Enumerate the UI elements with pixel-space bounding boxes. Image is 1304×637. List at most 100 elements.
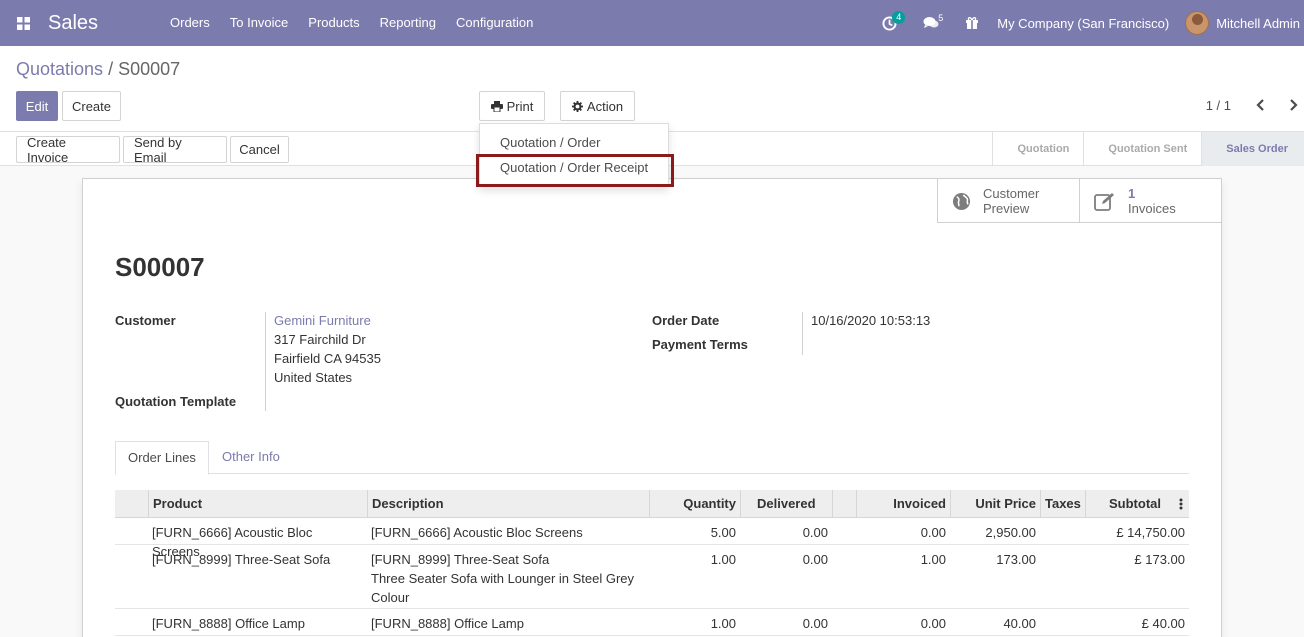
row-unit-price: 173.00 [996, 552, 1036, 567]
cancel-button[interactable]: Cancel [230, 136, 289, 163]
activity-button[interactable]: 4 [872, 0, 907, 46]
row-unit-price: 40.00 [1003, 616, 1036, 631]
row-delivered: 0.00 [802, 552, 828, 567]
activity-badge: 4 [892, 11, 906, 24]
col-unit-price[interactable]: Unit Price [950, 490, 1040, 518]
row-delivered: 0.00 [802, 616, 828, 631]
app-title[interactable]: Sales [48, 12, 160, 35]
row-subtotal: £ 173.00 [1134, 552, 1185, 567]
smart-button-box: Customer Preview 1 Invoices [937, 179, 1221, 223]
menu-configuration[interactable]: Configuration [446, 0, 543, 46]
previous-record-icon[interactable] [1254, 98, 1268, 112]
row-description-line: Colour [371, 590, 410, 605]
breadcrumb-current: S00007 [118, 59, 181, 79]
invoices-button[interactable]: 1 Invoices [1079, 179, 1221, 223]
customer-preview-button[interactable]: Customer Preview [937, 179, 1079, 223]
status-step-sales-order[interactable]: Sales Order [1201, 132, 1304, 166]
messaging-button[interactable]: 5 [913, 0, 949, 46]
status-step-quotation[interactable]: Quotation [992, 132, 1083, 166]
field-divider [265, 312, 266, 411]
highlight-box [476, 154, 674, 187]
customer-street: 317 Fairchild Dr [274, 332, 366, 347]
row-subtotal: £ 14,750.00 [1116, 525, 1185, 540]
row-unit-price: 2,950.00 [985, 525, 1036, 540]
customer-city: Fairfield CA 94535 [274, 351, 381, 366]
breadcrumb-separator: / [108, 59, 114, 79]
col-quantity[interactable]: Quantity [649, 490, 740, 518]
preview-line1: Customer [983, 186, 1040, 201]
status-step-quotation-sent[interactable]: Quotation Sent [1083, 132, 1201, 166]
notebook-tabs: Order Lines Other Info [115, 441, 1189, 475]
gift-button[interactable] [955, 0, 989, 46]
tab-other-info[interactable]: Other Info [210, 441, 292, 475]
action-button[interactable]: Action [560, 91, 635, 121]
customer-label: Customer [115, 313, 176, 328]
menu-orders[interactable]: Orders [160, 0, 220, 46]
action-label: Action [586, 98, 624, 114]
row-delivered: 0.00 [802, 525, 828, 540]
top-navbar: Sales Orders To Invoice Products Reporti… [0, 0, 1304, 46]
avatar [1185, 11, 1210, 35]
control-panel: Quotations / S00007 Edit Create Print Ac… [0, 46, 1304, 132]
row-description-line: Three Seater Sofa with Lounger in Steel … [371, 571, 635, 586]
message-badge: 5 [938, 13, 944, 23]
send-by-email-button[interactable]: Send by Email [123, 135, 227, 165]
row-quantity: 1.00 [710, 552, 736, 567]
gift-icon [966, 17, 979, 29]
row-description-line: [FURN_8999] Three-Seat Sofa [371, 552, 550, 567]
invoices-count: 1 [1128, 186, 1136, 201]
edit-button[interactable]: Edit [16, 91, 58, 121]
menu-item-quotation-order[interactable]: Quotation / Order [500, 135, 600, 150]
table-row[interactable]: [FURN_6666] Acoustic Bloc Screens [FURN_… [115, 518, 1189, 559]
row-quantity: 5.00 [710, 525, 736, 540]
col-delivered[interactable]: Delivered [740, 490, 832, 518]
col-description[interactable]: Description [367, 490, 649, 518]
row-product: [FURN_8888] Office Lamp [152, 616, 305, 631]
main-menu: Orders To Invoice Products Reporting Con… [160, 0, 543, 46]
invoices-label: Invoices [1128, 201, 1176, 216]
create-invoice-button[interactable]: Create Invoice [16, 135, 120, 165]
pager-value[interactable]: 1 / 1 [1206, 98, 1231, 113]
record-title: S00007 [115, 252, 205, 282]
row-product: [FURN_8999] Three-Seat Sofa [152, 552, 331, 567]
row-description: [FURN_8888] Office Lamp [371, 616, 524, 631]
globe-icon [952, 192, 971, 210]
customer-link[interactable]: Gemini Furniture [274, 313, 371, 328]
row-invoiced: 1.00 [920, 552, 946, 567]
company-switcher[interactable]: My Company (San Francisco) [989, 16, 1185, 31]
breadcrumb-quotations[interactable]: Quotations [16, 59, 103, 79]
user-menu[interactable]: Mitchell Admin [1185, 11, 1304, 35]
menu-reporting[interactable]: Reporting [370, 0, 446, 46]
preview-line2: Preview [983, 201, 1030, 216]
field-divider [802, 312, 803, 355]
optional-columns-icon[interactable] [1179, 498, 1183, 510]
col-product[interactable]: Product [148, 490, 367, 518]
row-invoiced: 0.00 [920, 616, 946, 631]
menu-products[interactable]: Products [298, 0, 369, 46]
customer-country: United States [274, 370, 353, 385]
printer-icon [490, 100, 503, 112]
col-invoiced[interactable]: Invoiced [856, 490, 950, 518]
payment-terms-label: Payment Terms [652, 337, 748, 352]
breadcrumb: Quotations / S00007 [16, 59, 180, 80]
print-button[interactable]: Print [479, 91, 545, 121]
menu-to-invoice[interactable]: To Invoice [220, 0, 299, 46]
row-description: [FURN_8999] Three-Seat Sofa Three Seater… [367, 550, 649, 607]
row-subtotal: £ 40.00 [1141, 616, 1185, 631]
quotation-template-label: Quotation Template [115, 394, 237, 409]
apps-menu-icon[interactable] [0, 0, 46, 46]
order-date-label: Order Date [652, 313, 720, 328]
user-name: Mitchell Admin [1216, 15, 1300, 31]
table-row[interactable]: [FURN_8888] Office Lamp [FURN_8888] Offi… [115, 609, 1189, 636]
next-record-icon[interactable] [1286, 98, 1300, 112]
table-header: Product Description Quantity Delivered I… [115, 490, 1189, 518]
table-row[interactable]: [FURN_8999] Three-Seat Sofa [FURN_8999] … [115, 545, 1189, 609]
col-spacer [832, 490, 856, 518]
col-taxes[interactable]: Taxes [1040, 490, 1085, 518]
create-button[interactable]: Create [62, 91, 121, 121]
col-subtotal[interactable]: Subtotal [1085, 490, 1165, 518]
status-steps: Quotation Quotation Sent Sales Order [992, 132, 1304, 166]
row-description: [FURN_6666] Acoustic Bloc Screens [371, 525, 583, 540]
form-sheet: Customer Preview 1 Invoices S00007 Custome… [82, 178, 1222, 637]
tab-order-lines[interactable]: Order Lines [115, 441, 209, 475]
